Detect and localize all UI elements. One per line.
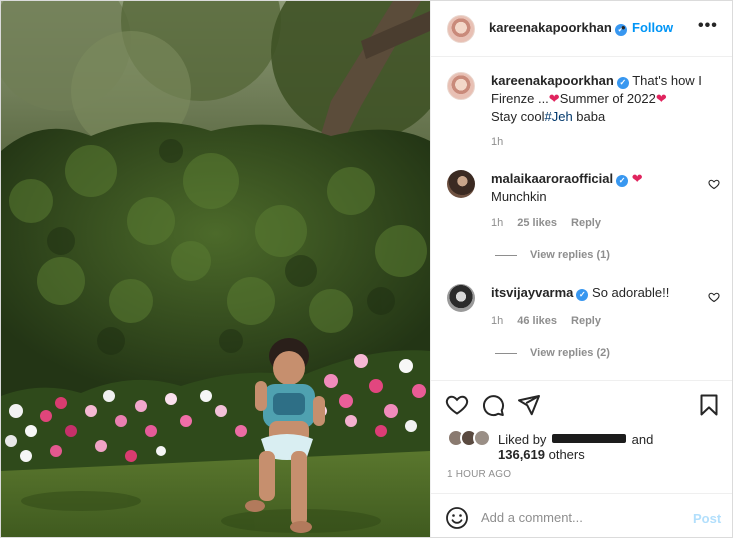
view-replies-divider bbox=[495, 255, 517, 256]
comment-composer: Post bbox=[431, 493, 732, 537]
comment-text: malaikaaroraofficial ✓ ❤ Munchkin bbox=[491, 170, 691, 206]
separator-dot: • bbox=[621, 20, 626, 35]
likes-others-label[interactable]: others bbox=[545, 447, 585, 462]
like-comment-heart-icon[interactable] bbox=[708, 291, 720, 303]
verified-badge-icon: ✓ bbox=[616, 77, 629, 89]
commenter-avatar[interactable] bbox=[447, 284, 475, 312]
hashtag-link[interactable]: #Jeh bbox=[544, 109, 572, 124]
comment-meta: 1h 25 likes Reply bbox=[491, 217, 601, 229]
post-comment-button[interactable]: Post bbox=[693, 511, 721, 526]
post-actions: Liked by and 136,619 others 1 HOUR AGO bbox=[431, 380, 732, 493]
paper-plane-icon[interactable] bbox=[517, 393, 541, 417]
caption-text: kareenakapoorkhan ✓ That's how I Firenze … bbox=[491, 72, 721, 126]
caption-line-2a: Firenze ... bbox=[491, 91, 549, 106]
verified-badge-icon: ✓ bbox=[616, 175, 629, 187]
likes-count-link[interactable]: 136,619 others bbox=[498, 447, 585, 462]
comments-scroll-area[interactable]: kareenakapoorkhan ✓ That's how I Firenze … bbox=[431, 58, 732, 380]
view-replies-divider bbox=[495, 353, 517, 354]
author-username-link[interactable]: kareenakapoorkhan ✓ bbox=[489, 20, 627, 36]
comment-time[interactable]: 1h bbox=[491, 315, 503, 327]
bookmark-icon[interactable] bbox=[697, 393, 721, 417]
liked-by-prefix: Liked by bbox=[498, 432, 547, 447]
post-photo[interactable] bbox=[1, 1, 430, 537]
comment-time[interactable]: 1h bbox=[491, 217, 503, 229]
photo-garden-toddler bbox=[1, 1, 430, 537]
comment-input[interactable] bbox=[481, 504, 681, 530]
comment-likes[interactable]: 46 likes bbox=[517, 315, 557, 327]
liker-avatars[interactable] bbox=[447, 429, 497, 447]
liked-by-suffix: and bbox=[631, 432, 654, 447]
commenter-avatar[interactable] bbox=[447, 170, 475, 198]
author-avatar[interactable] bbox=[447, 15, 475, 43]
comment-body: So adorable!! bbox=[592, 285, 670, 300]
author-username[interactable]: kareenakapoorkhan bbox=[489, 20, 612, 35]
commenter-username[interactable]: itsvijayvarma bbox=[491, 285, 573, 300]
reply-button[interactable]: Reply bbox=[571, 217, 601, 229]
post-header: kareenakapoorkhan ✓ • Follow ••• bbox=[431, 1, 732, 57]
post-time-ago[interactable]: 1 HOUR AGO bbox=[447, 469, 511, 480]
caption-author-avatar[interactable] bbox=[447, 72, 475, 100]
more-options-button[interactable]: ••• bbox=[698, 17, 718, 35]
heart-emoji-icon: ❤ bbox=[655, 91, 667, 106]
follow-button[interactable]: Follow bbox=[632, 20, 673, 35]
caption-line-1: That's how I bbox=[632, 73, 702, 88]
comment-meta: 1h 46 likes Reply bbox=[491, 315, 601, 327]
caption-author-username[interactable]: kareenakapoorkhan bbox=[491, 73, 614, 88]
liked-by-text: Liked by and bbox=[498, 431, 653, 448]
caption-line-3a: Stay cool bbox=[491, 109, 545, 124]
instagram-post-modal: kareenakapoorkhan ✓ • Follow ••• kareenak… bbox=[0, 0, 733, 538]
speech-bubble-icon[interactable] bbox=[481, 393, 505, 417]
heart-outline-icon[interactable] bbox=[445, 393, 469, 417]
verified-badge-icon: ✓ bbox=[576, 289, 589, 301]
heart-emoji-icon: ❤ bbox=[548, 91, 560, 106]
post-side-panel: kareenakapoorkhan ✓ • Follow ••• kareenak… bbox=[430, 1, 732, 537]
reply-button[interactable]: Reply bbox=[571, 315, 601, 327]
liker-avatar bbox=[473, 429, 491, 447]
view-replies-button[interactable]: View replies (1) bbox=[530, 249, 610, 261]
redacted-username bbox=[552, 434, 627, 443]
comment-text: itsvijayvarma ✓ So adorable!! bbox=[491, 284, 701, 302]
comment-likes[interactable]: 25 likes bbox=[517, 217, 557, 229]
commenter-username[interactable]: malaikaaroraofficial bbox=[491, 171, 613, 186]
likes-count[interactable]: 136,619 bbox=[498, 447, 545, 462]
caption-timestamp[interactable]: 1h bbox=[491, 136, 503, 148]
like-comment-heart-icon[interactable] bbox=[708, 178, 720, 190]
caption-line-2b: Summer of 2022 bbox=[559, 91, 656, 106]
heart-emoji-icon: ❤ bbox=[631, 171, 643, 186]
comment-body: Munchkin bbox=[491, 189, 547, 204]
caption-line-3b: baba bbox=[572, 109, 606, 124]
smiley-icon[interactable] bbox=[445, 506, 469, 530]
view-replies-button[interactable]: View replies (2) bbox=[530, 347, 610, 359]
